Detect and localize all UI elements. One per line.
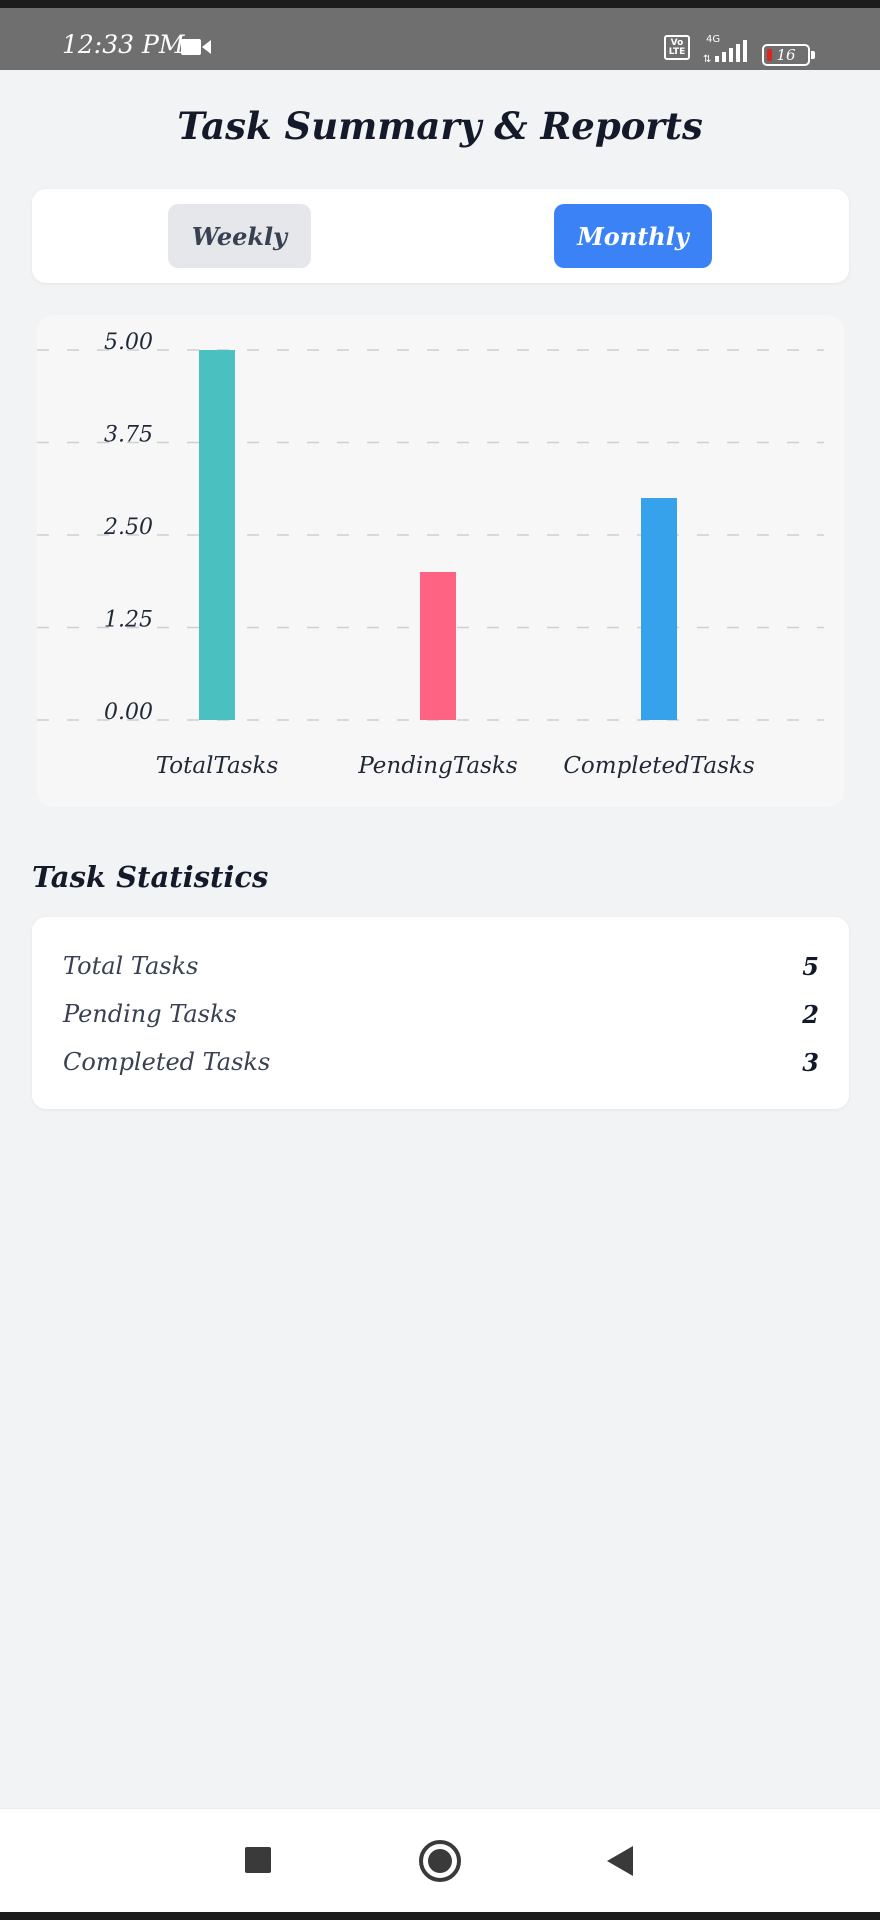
square-icon[interactable] (245, 1847, 271, 1873)
volte-icon: Vo LTE (664, 35, 690, 60)
status-bar: 12:33 PM Vo LTE 4G ⇅ 16 (0, 0, 880, 70)
x-category-label: PendingTasks (357, 753, 517, 779)
statistics-title: Task Statistics (32, 860, 269, 894)
signal-icon: 4G ⇅ (703, 34, 747, 64)
monthly-button[interactable]: Monthly (554, 204, 712, 268)
stat-value: 2 (802, 999, 819, 1029)
stat-value: 3 (802, 1047, 819, 1077)
x-category-label: CompletedTasks (563, 753, 755, 779)
y-tick-label: 2.50 (103, 515, 153, 540)
bar-chart: 0.00 1.25 2.50 3.75 5.00 TotalTasks PendingTas… (37, 315, 844, 807)
svg-text:4G: 4G (706, 34, 720, 45)
x-category-label: TotalTasks (156, 753, 279, 779)
y-tick-label: 1.25 (104, 608, 153, 633)
period-toggle: Weekly Monthly (32, 189, 849, 283)
circle-icon[interactable] (419, 1840, 461, 1882)
screen: 12:33 PM Vo LTE 4G ⇅ 16 Task Summary & Re… (0, 0, 880, 1920)
y-tick-label: 3.75 (104, 423, 153, 448)
stat-label: Completed Tasks (63, 1048, 271, 1076)
stat-row-total: Total Tasks 5 (63, 946, 819, 986)
triangle-back-icon[interactable] (605, 1845, 635, 1877)
page-title: Task Summary & Reports (177, 104, 703, 148)
video-camera-icon (181, 39, 211, 55)
y-tick-label: 5.00 (104, 330, 153, 355)
stat-label: Total Tasks (63, 952, 199, 980)
bar[interactable] (420, 572, 456, 720)
svg-text:⇅: ⇅ (703, 54, 711, 64)
stat-row-pending: Pending Tasks 2 (63, 994, 819, 1034)
chart-svg: 0.00 1.25 2.50 3.75 5.00 TotalTasks PendingTas… (37, 330, 824, 779)
bottom-strip (0, 1912, 880, 1920)
bar[interactable] (199, 350, 235, 720)
stat-value: 5 (802, 951, 819, 981)
y-tick-label: 0.00 (104, 700, 153, 725)
status-time: 12:33 PM (62, 30, 185, 59)
statistics-card: Total Tasks 5 Pending Tasks 2 Completed … (32, 917, 849, 1109)
bar[interactable] (641, 498, 677, 720)
battery-icon: 16 (762, 44, 815, 66)
weekly-button[interactable]: Weekly (168, 204, 311, 268)
stat-row-completed: Completed Tasks 3 (63, 1042, 819, 1082)
stat-label: Pending Tasks (63, 1000, 237, 1028)
